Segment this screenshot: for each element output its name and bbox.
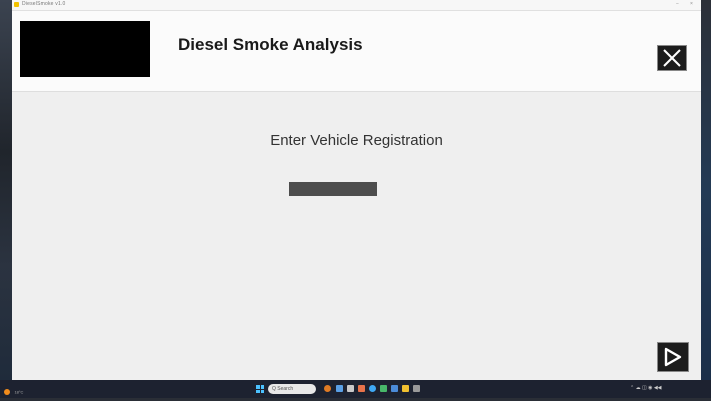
start-icon[interactable] xyxy=(256,385,264,393)
window-close-button[interactable]: × xyxy=(690,1,693,7)
minimize-button[interactable]: − xyxy=(676,1,679,7)
logo-redacted xyxy=(20,21,150,77)
close-button[interactable] xyxy=(657,45,687,71)
weather-widget[interactable]: 18°C xyxy=(4,383,23,401)
window-title: DieselSmoke v1.0 xyxy=(22,1,66,7)
registration-prompt: Enter Vehicle Registration xyxy=(270,132,443,149)
app-header: Diesel Smoke Analysis xyxy=(12,11,701,92)
registration-input[interactable] xyxy=(289,182,377,196)
app-icon-5[interactable] xyxy=(413,385,420,392)
file-explorer-icon[interactable] xyxy=(347,385,354,392)
next-button[interactable] xyxy=(657,342,689,372)
desktop-background-left xyxy=(0,0,12,380)
app-icon-3[interactable] xyxy=(380,385,387,392)
play-arrow-icon xyxy=(664,347,682,367)
weather-temp: 18°C xyxy=(14,389,24,395)
browser-icon[interactable] xyxy=(324,385,331,392)
close-icon xyxy=(663,49,681,67)
app-icon-2[interactable] xyxy=(358,385,365,392)
window-titlebar[interactable]: DieselSmoke v1.0 − × xyxy=(12,0,701,11)
taskbar: 18°C Q Search ⌃ ☁ ◫ ◉ ◀◀ xyxy=(0,380,711,398)
main-panel: Enter Vehicle Registration xyxy=(12,92,701,380)
folder-icon[interactable] xyxy=(402,385,409,392)
weather-icon xyxy=(4,388,10,395)
edge-icon[interactable] xyxy=(369,385,376,392)
taskbar-search[interactable]: Q Search xyxy=(268,384,316,394)
app-icon-4[interactable] xyxy=(391,385,398,392)
app-icon xyxy=(14,2,19,7)
system-tray-icons[interactable]: ⌃ ☁ ◫ ◉ ◀◀ xyxy=(630,385,662,391)
app-icon-1[interactable] xyxy=(336,385,343,392)
page-title: Diesel Smoke Analysis xyxy=(178,35,363,54)
desktop-background-right xyxy=(701,0,711,380)
